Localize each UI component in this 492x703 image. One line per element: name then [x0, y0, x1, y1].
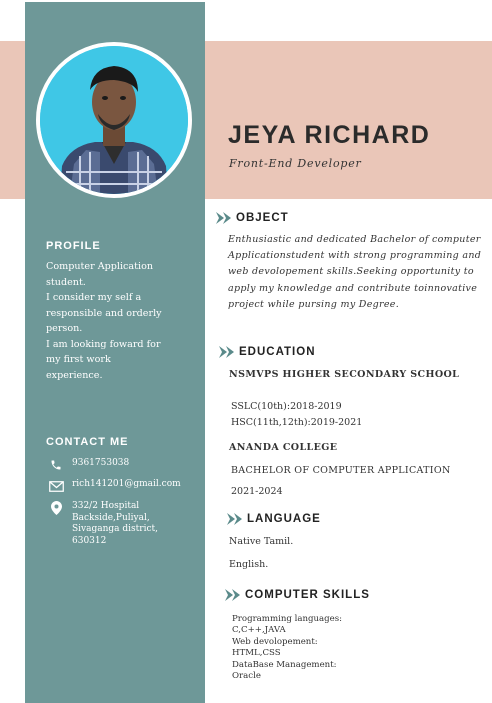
profile-text: Computer Application student. I consider…	[46, 261, 162, 381]
contact-heading: CONTACT ME	[46, 436, 129, 448]
language-section-header: LANGUAGE	[227, 513, 321, 525]
skills-section-header: COMPUTER SKILLS	[225, 589, 370, 601]
chevron-right-icon	[216, 212, 231, 224]
degree-line: BACHELOR OF COMPUTER APPLICATION	[231, 465, 451, 476]
language-item: Native Tamil.	[229, 536, 294, 547]
mail-icon	[48, 479, 64, 493]
location-pin-icon	[48, 501, 64, 515]
profile-photo	[36, 42, 192, 198]
school-name: NSMVPS HIGHER SECONDARY SCHOOL	[229, 369, 460, 380]
chevron-right-icon	[225, 589, 240, 601]
college-name: ANANDA COLLEGE	[229, 442, 338, 453]
phone-icon	[48, 458, 64, 472]
degree-years: 2021-2024	[231, 486, 283, 497]
phone-number: 9361753038	[72, 458, 130, 468]
candidate-name: JEYA RICHARD	[228, 121, 431, 149]
contact-phone: 9361753038	[48, 458, 182, 472]
chevron-right-icon	[227, 513, 242, 525]
hsc-line: HSC(11th,12th):2019-2021	[231, 417, 363, 428]
contact-email: rich141201@gmail.com	[48, 479, 182, 493]
person-portrait	[40, 46, 188, 194]
language-item: English.	[229, 559, 269, 570]
object-section-header: OBJECT	[216, 212, 289, 224]
education-heading: EDUCATION	[239, 346, 316, 358]
candidate-role: Front-End Developer	[229, 157, 362, 170]
skills-text: Programming languages: C,C++,JAVA Web de…	[232, 614, 343, 682]
email-address: rich141201@gmail.com	[72, 479, 181, 489]
profile-heading: PROFILE	[46, 240, 101, 252]
language-heading: LANGUAGE	[247, 513, 321, 525]
object-heading: OBJECT	[236, 212, 289, 224]
skills-heading: COMPUTER SKILLS	[245, 589, 370, 601]
object-text: Enthusiastic and dedicated Bachelor of c…	[228, 234, 482, 310]
education-section-header: EDUCATION	[219, 346, 316, 358]
contact-address: 332/2 Hospital Backside,Puliyal, Sivagan…	[48, 501, 182, 547]
chevron-right-icon	[219, 346, 234, 358]
sslc-line: SSLC(10th):2018-2019	[231, 401, 342, 412]
postal-address: 332/2 Hospital Backside,Puliyal, Sivagan…	[72, 501, 158, 546]
